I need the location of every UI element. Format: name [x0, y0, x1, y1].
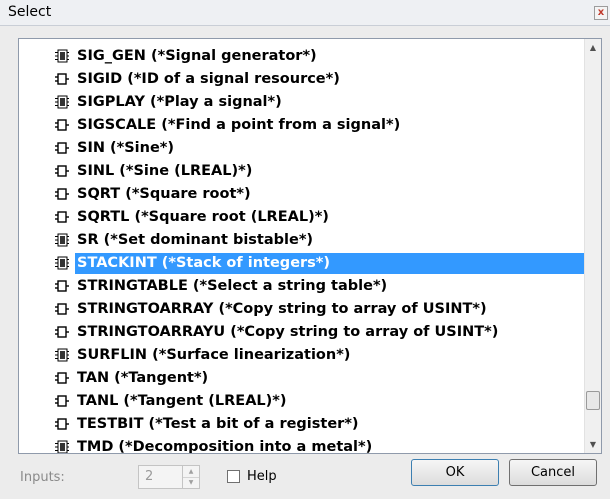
inputs-label: Inputs: [20, 470, 65, 485]
list-item-label: SIGPLAY (*Play a signal*) [77, 94, 282, 110]
list-item-label: SURFLIN (*Surface linearization*) [77, 347, 351, 363]
function-icon [55, 211, 69, 223]
close-icon: x [597, 7, 605, 18]
list-item-label: SR (*Set dominant bistable*) [77, 232, 314, 248]
list-item-label: SQRT (*Square root*) [77, 186, 251, 202]
function-block-icon [55, 440, 69, 453]
function-icon [55, 142, 69, 154]
spin-buttons: ▲ ▼ [182, 466, 199, 488]
function-listbox[interactable]: SIG_GEN (*Signal generator*) SIGID (*ID o… [18, 38, 602, 454]
list-item-label: TAN (*Tangent*) [77, 370, 209, 386]
list-item-label: SIG_GEN (*Signal generator*) [77, 48, 317, 64]
function-icon [55, 418, 69, 430]
function-icon [55, 119, 69, 131]
help-label[interactable]: Help [247, 469, 277, 484]
list-item[interactable]: STACKINT (*Stack of integers*) [19, 252, 596, 275]
list-item-label: TESTBIT (*Test a bit of a register*) [77, 416, 359, 432]
cancel-button[interactable]: Cancel [509, 459, 597, 486]
list-item-label: SINL (*Sine (LREAL)*) [77, 163, 253, 179]
close-button[interactable]: x [594, 6, 608, 20]
title-bar: Select x [0, 0, 610, 26]
list-item[interactable]: STRINGTOARRAY (*Copy string to array of … [19, 298, 585, 321]
list-item[interactable]: SIN (*Sine*) [19, 137, 585, 160]
spin-down-icon: ▼ [188, 479, 194, 486]
function-icon [55, 395, 69, 407]
function-block-icon [55, 233, 69, 247]
list-item[interactable]: SQRT (*Square root*) [19, 183, 585, 206]
list-item-label: TMD (*Decomposition into a metal*) [77, 439, 373, 454]
list-item[interactable]: STRINGTABLE (*Select a string table*) [19, 275, 585, 298]
function-icon [55, 372, 69, 384]
list-item[interactable]: SIGID (*ID of a signal resource*) [19, 68, 585, 91]
list-item[interactable]: SINL (*Sine (LREAL)*) [19, 160, 585, 183]
scroll-down-arrow-icon[interactable]: ▼ [585, 436, 601, 453]
function-block-icon [55, 348, 69, 362]
list-item-label: STACKINT (*Stack of integers*) [75, 253, 596, 274]
list-item[interactable]: TAN (*Tangent*) [19, 367, 585, 390]
list-item[interactable]: SIGSCALE (*Find a point from a signal*) [19, 114, 585, 137]
list-item[interactable]: TMD (*Decomposition into a metal*) [19, 436, 585, 454]
list-item[interactable]: SIGPLAY (*Play a signal*) [19, 91, 585, 114]
list-item-label: SIGID (*ID of a signal resource*) [77, 71, 340, 87]
scroll-thumb[interactable] [586, 391, 600, 410]
list-item[interactable]: TANL (*Tangent (LREAL)*) [19, 390, 585, 413]
list-item[interactable]: SQRTL (*Square root (LREAL)*) [19, 206, 585, 229]
window-title: Select [8, 4, 52, 20]
function-list: SIG_GEN (*Signal generator*) SIGID (*ID o… [19, 45, 596, 454]
function-icon [55, 326, 69, 338]
list-item-label: SQRTL (*Square root (LREAL)*) [77, 209, 329, 225]
inputs-spinbox: 2 ▲ ▼ [138, 465, 200, 489]
help-checkbox[interactable] [227, 470, 240, 483]
list-item[interactable]: SIG_GEN (*Signal generator*) [19, 45, 585, 68]
function-icon [55, 73, 69, 85]
list-item-label: TANL (*Tangent (LREAL)*) [77, 393, 287, 409]
function-icon [55, 280, 69, 292]
function-block-icon [55, 95, 69, 109]
list-item-label: SIN (*Sine*) [77, 140, 175, 156]
list-item-label: STRINGTOARRAYU (*Copy string to array of… [77, 324, 499, 340]
list-item[interactable]: TESTBIT (*Test a bit of a register*) [19, 413, 585, 436]
list-item[interactable]: STRINGTOARRAYU (*Copy string to array of… [19, 321, 585, 344]
vertical-scrollbar[interactable]: ▲ ▼ [584, 39, 601, 453]
list-item-label: STRINGTOARRAY (*Copy string to array of … [77, 301, 487, 317]
function-icon [55, 303, 69, 315]
ok-button[interactable]: OK [411, 459, 499, 486]
function-icon [55, 165, 69, 177]
function-icon [55, 188, 69, 200]
list-item-label: SIGSCALE (*Find a point from a signal*) [77, 117, 401, 133]
scroll-up-arrow-icon[interactable]: ▲ [585, 39, 601, 56]
inputs-value: 2 [145, 469, 154, 484]
list-item[interactable]: SR (*Set dominant bistable*) [19, 229, 585, 252]
function-block-icon [55, 256, 69, 270]
function-block-icon [55, 49, 69, 63]
list-item[interactable]: SURFLIN (*Surface linearization*) [19, 344, 585, 367]
list-item-label: STRINGTABLE (*Select a string table*) [77, 278, 388, 294]
